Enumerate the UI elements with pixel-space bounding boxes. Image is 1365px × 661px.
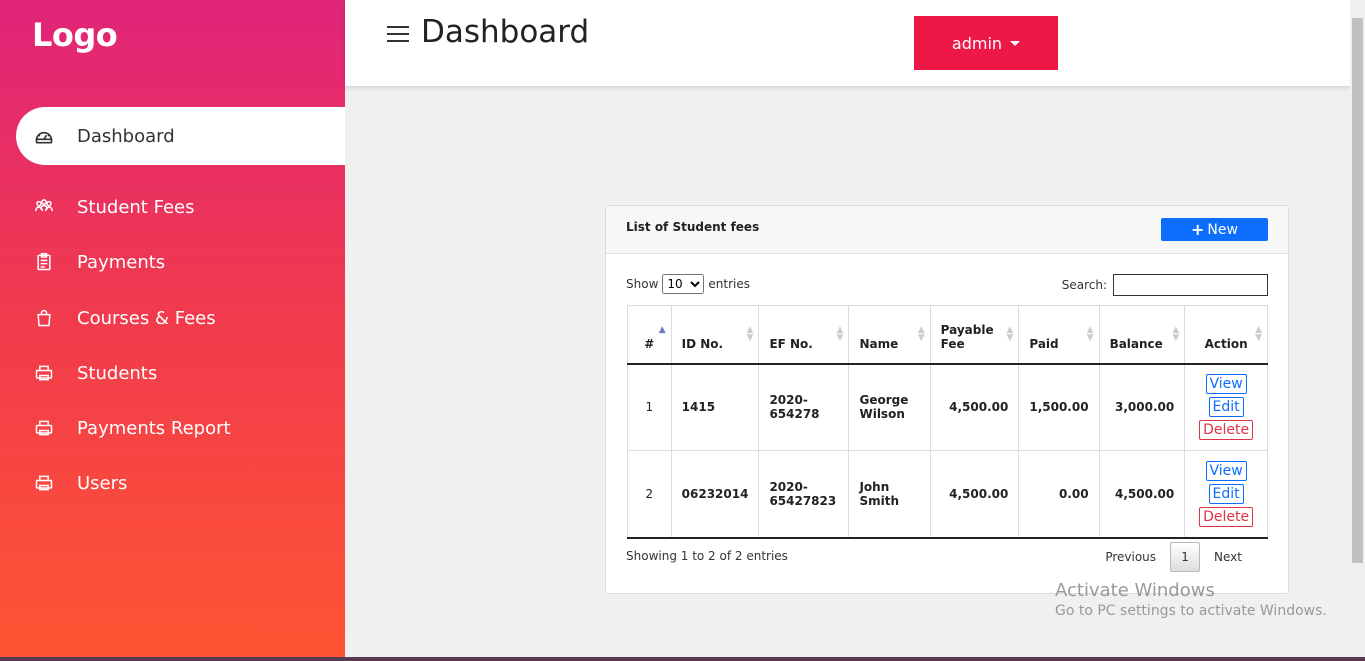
cell-name: George Wilson [848,363,931,451]
shopping-bag-icon [32,306,56,330]
delete-button[interactable]: Delete [1199,420,1254,441]
column-header[interactable]: Action ▲ ▼ [1184,305,1268,364]
cell-paid: 0.00 [1018,450,1100,538]
new-button-label: New [1207,221,1238,238]
table-header-row: # ▲ ID No. ▲ ▼ EF No. ▲ ▼ Name ▲ ▼ Payable Fee ▲… [627,305,1268,364]
cell-ef: 2020-654278 [758,363,850,451]
cell-num: 1 [627,363,672,451]
dashboard-icon [32,124,56,148]
sidebar-item-label: Students [77,362,158,384]
previous-page-link[interactable]: Previous [1091,550,1170,564]
cell-balance: 3,000.00 [1098,363,1186,451]
column-header[interactable]: # ▲ [627,305,672,364]
sort-icon: ▲ ▼ [836,325,844,343]
sidebar-item-payments-report[interactable]: Payments Report [16,399,345,457]
sort-icon: ▲ ▼ [746,325,754,343]
cell-payable: 4,500.00 [929,363,1020,451]
cell-payable: 4,500.00 [929,450,1020,538]
card-title: List of Student fees [626,220,760,234]
edit-button[interactable]: Edit [1208,397,1244,418]
show-label: Show [626,277,659,291]
student-fees-card: List of Student fees + New Show 10 entri… [605,205,1289,594]
current-page-button[interactable]: 1 [1170,542,1201,572]
sort-icon: ▲ ▼ [1255,325,1262,343]
printer-icon [32,361,56,385]
show-entries: Show 10 entries [626,274,750,294]
column-header[interactable]: ID No. ▲ ▼ [670,305,760,364]
scrollbar-thumb[interactable] [1352,18,1363,563]
topbar: Dashboard admin [345,0,1350,86]
watermark-title: Activate Windows [1055,580,1215,601]
entries-label: entries [708,277,750,291]
column-header[interactable]: Name ▲ ▼ [848,305,931,364]
sort-icon: ▲ [658,325,666,335]
edit-button[interactable]: Edit [1208,483,1244,504]
search-input[interactable] [1113,274,1268,296]
sort-icon: ▲ ▼ [1086,325,1094,343]
sidebar-item-student-fees[interactable]: Student Fees [16,178,345,236]
entries-select[interactable]: 10 [662,274,705,294]
sidebar-item-label: Student Fees [77,196,195,218]
column-header[interactable]: Paid ▲ ▼ [1018,305,1100,364]
sidebar: Logo Dashboard Student Fees Payments Cou… [0,0,345,657]
cell-num: 2 [627,450,672,538]
new-button[interactable]: + New [1161,218,1268,241]
sort-icon: ▲ ▼ [1172,325,1180,343]
view-button[interactable]: View [1205,374,1247,395]
sidebar-item-dashboard[interactable]: Dashboard [16,107,345,165]
card-header: List of Student fees + New [606,206,1288,254]
view-button[interactable]: View [1205,460,1247,481]
column-header[interactable]: Balance ▲ ▼ [1098,305,1186,364]
logo: Logo [32,16,118,54]
sidebar-item-users[interactable]: Users [16,454,345,512]
printer-icon [32,471,56,495]
table-row: 1 1415 2020-654278 George Wilson 4,500.0… [627,363,1268,451]
column-header[interactable]: Payable Fee ▲ ▼ [929,305,1020,364]
hamburger-menu-icon[interactable] [387,26,409,44]
sidebar-item-payments[interactable]: Payments [16,233,345,291]
student-fees-table: # ▲ ID No. ▲ ▼ EF No. ▲ ▼ Name ▲ ▼ Payable Fee ▲… [627,305,1268,539]
sidebar-item-label: Users [77,472,128,494]
taskbar-strip [0,657,1365,661]
clipboard-icon [32,250,56,274]
sidebar-item-label: Payments Report [77,417,231,439]
cell-paid: 1,500.00 [1018,363,1100,451]
sidebar-item-label: Dashboard [77,125,175,147]
search-label: Search: [1061,278,1107,292]
sidebar-item-label: Payments [77,251,166,273]
plus-icon: + [1191,220,1205,239]
cell-balance: 4,500.00 [1098,450,1186,538]
delete-button[interactable]: Delete [1199,506,1254,527]
sort-icon: ▲ ▼ [917,325,925,343]
watermark-subtitle: Go to PC settings to activate Windows. [1055,603,1327,619]
search-box: Search: [1062,274,1268,296]
pagination: Previous 1 Next [1091,542,1256,572]
table-info: Showing 1 to 2 of 2 entries [626,549,788,563]
table-controls: Show 10 entries Search: [626,274,1268,296]
cell-id: 06232014 [670,450,760,538]
sidebar-item-label: Courses & Fees [77,307,216,329]
page-title: Dashboard [421,14,590,50]
sidebar-item-courses-fees[interactable]: Courses & Fees [16,289,345,347]
admin-dropdown-button[interactable]: admin [914,16,1058,70]
table-row: 2 06232014 2020-65427823 John Smith 4,50… [627,450,1268,538]
caret-down-icon [1010,40,1021,46]
sort-icon: ▲ ▼ [1006,325,1014,343]
windows-activation-watermark: Activate Windows Go to PC settings to ac… [1055,580,1327,619]
admin-label: admin [951,33,1003,53]
sidebar-item-students[interactable]: Students [16,344,345,402]
cell-name: John Smith [848,450,931,538]
cell-actions: View Edit Delete [1184,363,1268,451]
next-page-link[interactable]: Next [1200,550,1256,564]
printer-icon [32,416,56,440]
cell-id: 1415 [670,363,760,451]
cell-ef: 2020-65427823 [758,450,850,538]
users-icon [32,195,56,219]
cell-actions: View Edit Delete [1184,450,1268,538]
column-header[interactable]: EF No. ▲ ▼ [758,305,850,364]
